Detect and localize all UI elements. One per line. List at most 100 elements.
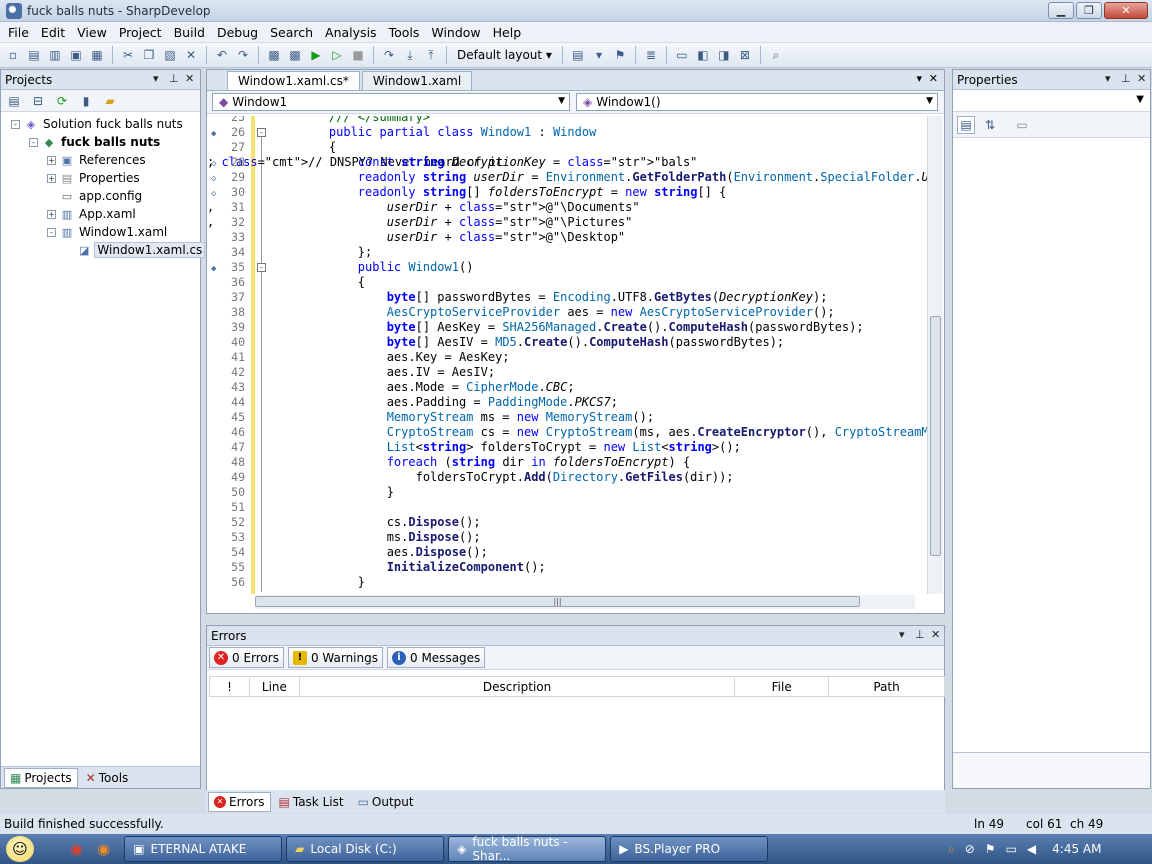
horizontal-scrollbar[interactable]: ||| bbox=[255, 595, 915, 609]
volume-icon[interactable]: ◀ bbox=[1027, 842, 1036, 856]
code-line[interactable]: 45 MemoryStream ms = new MemoryStream(); bbox=[207, 410, 929, 425]
run-icon[interactable]: ▶ bbox=[307, 46, 325, 64]
code-line[interactable]: 53 ms.Dispose(); bbox=[207, 530, 929, 545]
scroll-thumb[interactable]: ||| bbox=[255, 596, 860, 607]
stop-icon[interactable]: ■ bbox=[349, 46, 367, 64]
refresh-icon[interactable]: ⟳ bbox=[53, 92, 71, 110]
tab-task-list[interactable]: ▤ Task List bbox=[273, 792, 350, 812]
dropdown-arrow-icon[interactable]: ▾ bbox=[590, 46, 608, 64]
run-without-debugger-icon[interactable]: ▷ bbox=[328, 46, 346, 64]
fold-toggle-icon[interactable]: - bbox=[257, 263, 266, 272]
code-line[interactable]: 54 aes.Dispose(); bbox=[207, 545, 929, 560]
panel-menu-icon[interactable]: ▾ bbox=[899, 628, 905, 641]
find-icon[interactable]: ⌕ bbox=[767, 46, 785, 64]
step-out-icon[interactable]: ⤒ bbox=[422, 46, 440, 64]
bookmark-icon[interactable]: ⚑ bbox=[611, 46, 629, 64]
tab-tools[interactable]: ✕ Tools bbox=[80, 768, 135, 788]
toggle-bookmark-icon[interactable]: ▭ bbox=[673, 46, 691, 64]
code-line[interactable]: 52 cs.Dispose(); bbox=[207, 515, 929, 530]
tab-window1-xaml-cs[interactable]: Window1.xaml.cs* bbox=[227, 71, 360, 90]
tree-node-app-xaml[interactable]: + ▥ App.xaml bbox=[1, 205, 200, 223]
add-folder-icon[interactable]: ▰ bbox=[101, 92, 119, 110]
properties-icon[interactable]: ▤ bbox=[5, 92, 23, 110]
code-line[interactable]: 34 }; bbox=[207, 245, 929, 260]
column-header-severity[interactable]: ! bbox=[209, 676, 250, 697]
code-line[interactable]: 51 bbox=[207, 500, 929, 515]
pin-icon[interactable]: ⊥ bbox=[1121, 72, 1131, 85]
pin-icon[interactable]: ⊥ bbox=[915, 628, 925, 641]
property-pages-icon[interactable]: ▭ bbox=[1013, 116, 1031, 134]
close-icon[interactable]: ✕ bbox=[929, 72, 938, 85]
minimize-button[interactable]: ▁ bbox=[1048, 2, 1074, 19]
layout-combo[interactable]: Default layout ▾ bbox=[453, 48, 556, 62]
code-line[interactable]: 49 foldersToCrypt.Add(Directory.GetFiles… bbox=[207, 470, 929, 485]
menu-tools[interactable]: Tools bbox=[383, 25, 426, 40]
open-file-icon[interactable]: ▤ bbox=[25, 46, 43, 64]
code-line[interactable]: 47 List<string> foldersToCrypt = new Lis… bbox=[207, 440, 929, 455]
alphabetical-icon[interactable]: ⇅ bbox=[981, 116, 999, 134]
menu-build[interactable]: Build bbox=[168, 25, 211, 40]
column-header-path[interactable]: Path bbox=[828, 676, 945, 697]
categorized-icon[interactable]: ▤ bbox=[957, 115, 975, 134]
step-over-icon[interactable]: ↷ bbox=[380, 46, 398, 64]
tab-projects[interactable]: ▦ Projects bbox=[4, 767, 78, 788]
code-line[interactable]: 43 aes.Mode = CipherMode.CBC; bbox=[207, 380, 929, 395]
menu-help[interactable]: Help bbox=[487, 25, 528, 40]
column-header-line[interactable]: Line bbox=[248, 676, 300, 697]
collapse-all-icon[interactable]: ⊟ bbox=[29, 92, 47, 110]
indent-icon[interactable]: ≣ bbox=[642, 46, 660, 64]
tab-output[interactable]: ▭ Output bbox=[352, 792, 420, 812]
menu-analysis[interactable]: Analysis bbox=[319, 25, 383, 40]
panel-menu-icon[interactable]: ▾ bbox=[1105, 72, 1111, 85]
paste-icon[interactable]: ▧ bbox=[161, 46, 179, 64]
maximize-button[interactable]: ❐ bbox=[1076, 2, 1102, 19]
code-line[interactable]: 25 /// </summary> bbox=[207, 116, 929, 125]
code-line[interactable]: 38 AesCryptoServiceProvider aes = new Ae… bbox=[207, 305, 929, 320]
task-bsplayer[interactable]: ▶ BS.Player PRO bbox=[610, 836, 769, 862]
tree-expander[interactable]: + bbox=[47, 155, 56, 165]
code-line[interactable]: 39 byte[] AesKey = SHA256Managed.Create(… bbox=[207, 320, 929, 335]
tree-expander[interactable]: + bbox=[47, 209, 56, 219]
tree-expander[interactable]: - bbox=[29, 137, 38, 147]
prev-bookmark-icon[interactable]: ◧ bbox=[694, 46, 712, 64]
rebuild-icon[interactable]: ▩ bbox=[286, 46, 304, 64]
tree-node-project[interactable]: - ◆ fuck balls nuts bbox=[1, 133, 200, 151]
copy-icon[interactable]: ❐ bbox=[140, 46, 158, 64]
menu-project[interactable]: Project bbox=[113, 25, 168, 40]
properties-object-combo[interactable]: ▼ bbox=[953, 90, 1150, 112]
code-line[interactable]: 40 byte[] AesIV = MD5.Create().ComputeHa… bbox=[207, 335, 929, 350]
code-line[interactable]: 56 } bbox=[207, 575, 929, 590]
errors-filter-button[interactable]: ✕ 0 Errors bbox=[209, 647, 284, 668]
class-combo[interactable]: ◆ Window1 ▼ bbox=[212, 93, 570, 111]
code-line[interactable]: 35 ◆ - public Window1() bbox=[207, 260, 929, 275]
code-line[interactable]: 26 ◆ - public partial class Window1 : Wind… bbox=[207, 125, 929, 140]
code-line[interactable]: 41 aes.Key = AesKey; bbox=[207, 350, 929, 365]
flag-icon[interactable]: ⚑ bbox=[985, 842, 996, 856]
tree-expander[interactable]: - bbox=[47, 227, 56, 237]
delete-icon[interactable]: ✕ bbox=[182, 46, 200, 64]
code-line[interactable]: 48 foreach (string dir in foldersToEncry… bbox=[207, 455, 929, 470]
tree-node-window1-xaml-cs[interactable]: ◪ Window1.xaml.cs bbox=[1, 241, 206, 259]
next-bookmark-icon[interactable]: ◨ bbox=[715, 46, 733, 64]
chrome-icon[interactable]: ◉ bbox=[70, 840, 83, 858]
clear-bookmarks-icon[interactable]: ⊠ bbox=[736, 46, 754, 64]
firefox-icon[interactable]: ◉ bbox=[97, 840, 110, 858]
open-project-icon[interactable]: ▥ bbox=[46, 46, 64, 64]
code-area[interactable]: 25 /// </summary> 26 ◆ - public partial cla… bbox=[207, 116, 929, 594]
code-line[interactable]: 42 aes.IV = AesIV; bbox=[207, 365, 929, 380]
tree-node-properties[interactable]: + ▤ Properties bbox=[1, 169, 200, 187]
member-combo[interactable]: ◈ Window1() ▼ bbox=[576, 93, 938, 111]
menu-edit[interactable]: Edit bbox=[35, 25, 71, 40]
code-line[interactable]: 37 byte[] passwordBytes = Encoding.UTF8.… bbox=[207, 290, 929, 305]
code-line[interactable]: 31 userDir + class="str">@"\Documents", bbox=[207, 200, 929, 215]
start-button[interactable]: ☺ bbox=[0, 834, 40, 864]
tree-node-solution[interactable]: - ◈ Solution fuck balls nuts bbox=[1, 115, 200, 133]
pin-icon[interactable]: ⊥ bbox=[169, 72, 179, 85]
tab-errors[interactable]: ✕ Errors bbox=[208, 791, 271, 812]
tree-node-references[interactable]: + ▣ References bbox=[1, 151, 200, 169]
scroll-thumb[interactable] bbox=[930, 316, 941, 556]
warnings-filter-button[interactable]: ! 0 Warnings bbox=[287, 647, 383, 668]
tab-list-icon[interactable]: ▾ bbox=[916, 72, 922, 85]
menu-search[interactable]: Search bbox=[264, 25, 319, 40]
code-line[interactable]: 55 InitializeComponent(); bbox=[207, 560, 929, 575]
